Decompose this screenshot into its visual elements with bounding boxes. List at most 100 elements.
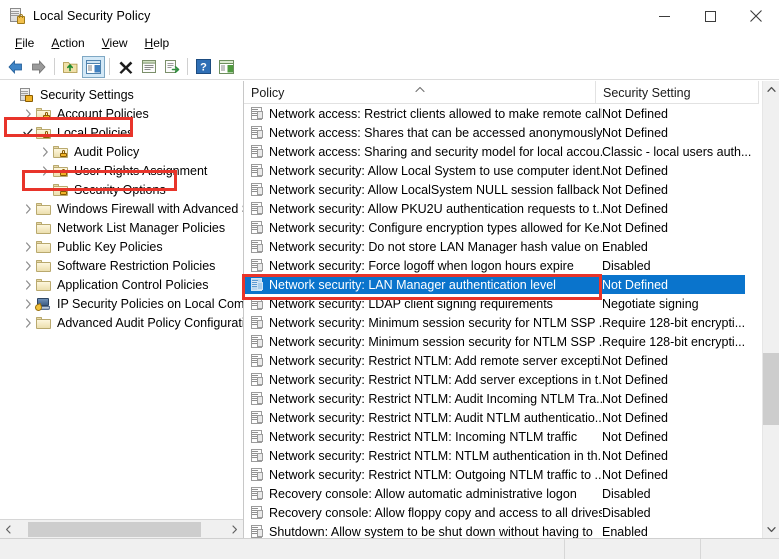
plain-folder-icon [36,258,52,274]
tree-item[interactable]: Application Control Policies [0,275,244,294]
policy-setting-icon [249,106,265,122]
policy-row[interactable]: Network security: Force logoff when logo… [244,256,759,275]
chevron-right-icon[interactable] [20,237,36,256]
policy-row[interactable]: Recovery console: Allow automatic admini… [244,484,759,503]
tree-hscroll-track[interactable] [17,521,226,538]
chevron-right-icon[interactable] [37,161,53,180]
policy-name: Network security: Allow LocalSystem NULL… [269,183,602,197]
forward-icon[interactable] [27,56,50,78]
policy-row[interactable]: Network security: LDAP client signing re… [244,294,759,313]
policy-row[interactable]: Network security: Minimum session securi… [244,332,759,351]
menu-view[interactable]: View [94,34,137,52]
policy-row[interactable]: Shutdown: Allow system to be shut down w… [244,522,759,538]
policy-row[interactable]: Network access: Shares that can be acces… [244,123,759,142]
policy-name: Recovery console: Allow automatic admini… [269,487,602,501]
policy-row[interactable]: Network security: Restrict NTLM: Audit I… [244,389,759,408]
policy-name: Network security: Configure encryption t… [269,221,602,235]
scroll-up-icon[interactable] [763,81,779,98]
scroll-left-icon[interactable] [0,521,17,538]
maximize-button[interactable] [687,0,733,32]
policy-setting-icon [249,258,265,274]
column-header-policy[interactable]: Policy [244,81,596,104]
policy-row[interactable]: Recovery console: Allow floppy copy and … [244,503,759,522]
policy-row[interactable]: Network security: Restrict NTLM: Add rem… [244,351,759,370]
chevron-right-icon[interactable] [37,142,53,161]
close-button[interactable] [733,0,779,32]
policy-setting-icon [249,391,265,407]
up-one-level-icon[interactable] [59,56,82,78]
policy-row[interactable]: Network security: Restrict NTLM: Add ser… [244,370,759,389]
plain-folder-icon [36,220,52,236]
chevron-down-icon[interactable] [20,123,36,142]
back-icon[interactable] [4,56,27,78]
column-header-security-setting-label: Security Setting [603,86,691,100]
tree-item[interactable]: Audit Policy [0,142,244,161]
show-hide-action-pane-icon[interactable] [215,56,238,78]
tree-item[interactable]: User Rights Assignment [0,161,244,180]
show-hide-console-tree-icon[interactable] [82,56,105,78]
policy-security-setting: Not Defined [602,354,759,368]
list-vscroll-thumb[interactable] [763,353,779,425]
policy-folder-icon [36,125,52,141]
policy-name: Network access: Shares that can be acces… [269,126,602,140]
tree-item[interactable]: Account Policies [0,104,244,123]
chevron-right-icon[interactable] [20,313,36,332]
policy-row[interactable]: Network security: Allow PKU2U authentica… [244,199,759,218]
help-icon[interactable]: ? [192,56,215,78]
export-list-icon[interactable] [160,56,183,78]
tree-item[interactable]: IP Security Policies on Local Compute [0,294,244,313]
chevron-right-icon[interactable] [20,294,36,313]
policy-row[interactable]: Network security: Restrict NTLM: NTLM au… [244,446,759,465]
policy-setting-icon [249,524,265,539]
window-title: Local Security Policy [33,9,150,23]
tree-horizontal-scrollbar[interactable] [0,519,243,538]
tree-item[interactable]: Public Key Policies [0,237,244,256]
menu-file[interactable]: File [7,34,43,52]
delete-icon[interactable] [114,56,137,78]
chevron-right-icon[interactable] [20,256,36,275]
policy-row[interactable]: Network security: Do not store LAN Manag… [244,237,759,256]
tree-hscroll-thumb[interactable] [28,522,201,537]
tree-expander-spacer [20,218,36,237]
menu-help[interactable]: Help [137,34,179,52]
minimize-button[interactable] [641,0,687,32]
menu-action[interactable]: Action [43,34,93,52]
policy-security-setting: Classic - local users auth... [602,145,759,159]
policy-row[interactable]: Network security: Configure encryption t… [244,218,759,237]
tree-item-label: Advanced Audit Policy Configuration [57,316,244,330]
policy-row[interactable]: Network access: Restrict clients allowed… [244,104,759,123]
policy-row[interactable]: Network security: Restrict NTLM: Audit N… [244,408,759,427]
chevron-right-icon[interactable] [20,104,36,123]
tree-expander-spacer [37,180,53,199]
scroll-down-icon[interactable] [763,521,779,538]
policy-setting-icon [249,296,265,312]
policy-list: Network access: Restrict clients allowed… [244,104,759,538]
toolbar-separator-2 [109,58,110,75]
policy-row[interactable]: Network security: Restrict NTLM: Outgoin… [244,465,759,484]
policy-row[interactable]: Network security: Minimum session securi… [244,313,759,332]
column-header-security-setting[interactable]: Security Setting [596,81,759,104]
tree-item[interactable]: Advanced Audit Policy Configuration [0,313,244,332]
tree-item[interactable]: Security Settings [0,85,244,104]
policy-setting-icon [249,486,265,502]
chevron-right-icon[interactable] [20,199,36,218]
policy-setting-icon [249,353,265,369]
policy-row-selected[interactable]: Network security: LAN Manager authentica… [244,275,745,294]
properties-icon[interactable] [137,56,160,78]
list-vertical-scrollbar[interactable] [762,81,779,538]
policy-row[interactable]: Network security: Allow LocalSystem NULL… [244,180,759,199]
tree-item[interactable]: Security Options [0,180,244,199]
chevron-right-icon[interactable] [20,275,36,294]
tree-item[interactable]: Network List Manager Policies [0,218,244,237]
tree-item[interactable]: Software Restriction Policies [0,256,244,275]
policy-name: Shutdown: Allow system to be shut down w… [269,525,602,539]
policy-name: Network access: Restrict clients allowed… [269,107,602,121]
tree-item[interactable]: Local Policies [0,123,244,142]
tree-item[interactable]: Windows Firewall with Advanced Secu [0,199,244,218]
scroll-right-icon[interactable] [226,521,243,538]
policy-row[interactable]: Network security: Allow Local System to … [244,161,759,180]
toolbar: ? [0,54,779,80]
tree-item-label: Security Settings [40,88,138,102]
policy-row[interactable]: Network security: Restrict NTLM: Incomin… [244,427,759,446]
policy-row[interactable]: Network access: Sharing and security mod… [244,142,759,161]
